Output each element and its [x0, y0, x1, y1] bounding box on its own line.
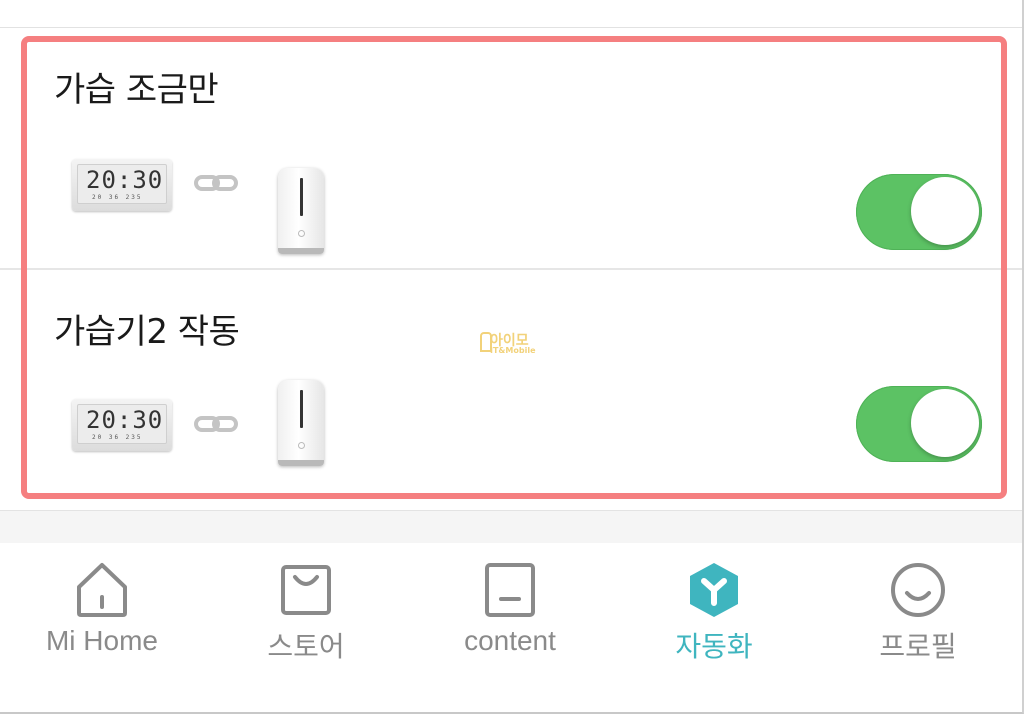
humidifier-device-icon — [278, 168, 324, 254]
clock-time: 20:30 — [86, 166, 164, 194]
tab-label: 스토어 — [267, 631, 345, 662]
bag-icon — [281, 565, 331, 615]
tab-label: Mi Home — [45, 625, 158, 656]
tab-label: content — [464, 625, 556, 656]
tab-label: 자동화 — [675, 631, 753, 662]
bottom-tab-bar: Mi Home 스토어 content 자동화 프로필 — [0, 543, 1022, 712]
tab-mi-home[interactable]: Mi Home — [0, 543, 204, 712]
clock-time: 20:30 — [86, 406, 164, 434]
automation-title: 가습기2 작동 — [54, 312, 240, 352]
tab-content[interactable]: content — [408, 543, 612, 712]
automation-title: 가습 조금만 — [54, 70, 219, 110]
tab-profile[interactable]: 프로필 — [816, 543, 1020, 712]
link-icon — [194, 175, 238, 191]
toggle-knob — [911, 177, 979, 245]
clock-device-icon: 20:30 20 36 235 — [72, 399, 172, 451]
automation-hex-icon — [690, 563, 738, 617]
tab-automation[interactable]: 자동화 — [612, 543, 816, 712]
tab-label: 프로필 — [879, 631, 957, 662]
section-spacer — [0, 510, 1022, 544]
tab-store[interactable]: 스토어 — [204, 543, 408, 712]
link-icon — [194, 416, 238, 432]
home-icon — [77, 563, 127, 617]
toggle-knob — [911, 389, 979, 457]
clock-device-icon: 20:30 20 36 235 — [72, 159, 172, 211]
automation-toggle[interactable] — [856, 174, 982, 250]
automation-card-2[interactable]: 가습기2 작동 20:30 20 36 235 — [0, 270, 1022, 510]
tablet-icon — [485, 563, 535, 617]
automation-card-1[interactable]: 가습 조금만 20:30 20 36 235 — [0, 28, 1022, 268]
smiley-icon — [891, 563, 945, 617]
clock-sub: 20 36 235 — [92, 434, 143, 441]
automation-toggle[interactable] — [856, 386, 982, 462]
humidifier-device-icon — [278, 380, 324, 466]
clock-sub: 20 36 235 — [92, 194, 143, 201]
